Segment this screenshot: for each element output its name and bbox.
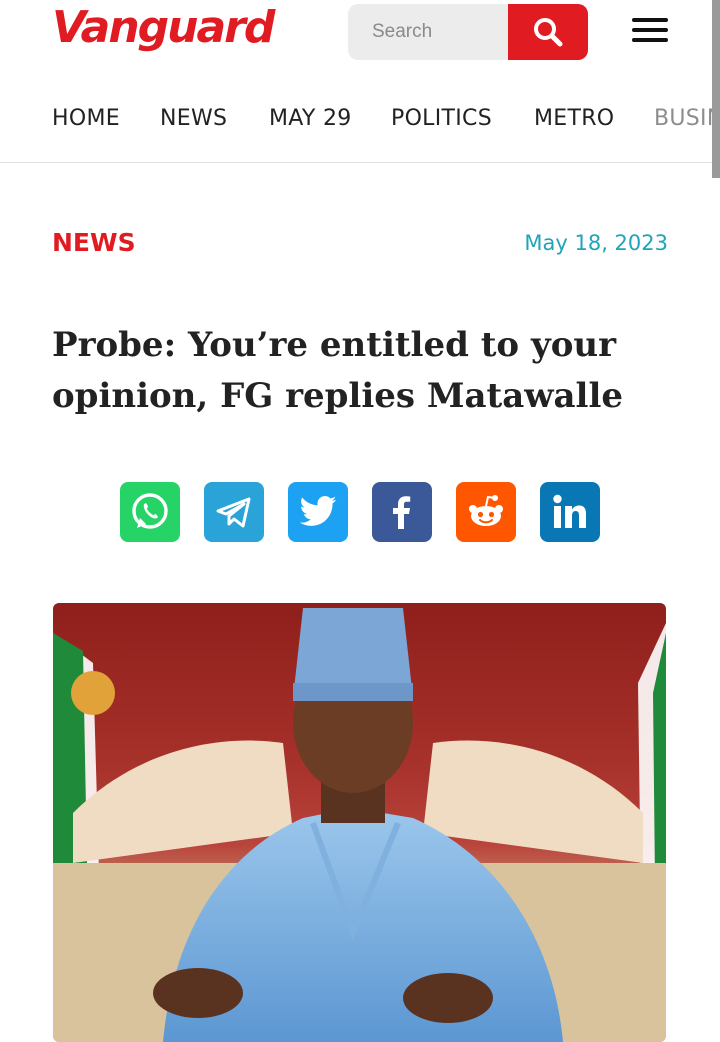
nav-item-home[interactable]: HOME bbox=[52, 106, 120, 131]
facebook-share-button[interactable] bbox=[372, 482, 432, 542]
search-input[interactable] bbox=[348, 4, 532, 60]
search-bar bbox=[348, 4, 588, 60]
nav-item-news[interactable]: NEWS bbox=[160, 106, 227, 131]
linkedin-icon bbox=[553, 494, 586, 528]
reddit-icon bbox=[469, 495, 503, 526]
facebook-icon bbox=[393, 496, 411, 529]
twitter-share-button[interactable] bbox=[288, 482, 348, 542]
nav-item-politics[interactable]: POLITICS bbox=[391, 106, 492, 131]
site-header: Vanguard bbox=[0, 0, 720, 72]
scrollbar[interactable] bbox=[712, 0, 720, 178]
telegram-icon bbox=[216, 497, 251, 528]
main-nav: HOME NEWS MAY 29 POLITICS METRO BUSIN bbox=[0, 98, 720, 163]
search-icon bbox=[534, 18, 563, 47]
article-headline: Probe: You’re entitled to your opinion, … bbox=[52, 325, 624, 416]
nav-item-metro[interactable]: METRO bbox=[534, 106, 614, 131]
reddit-share-button[interactable] bbox=[456, 482, 516, 542]
nav-item-business[interactable]: BUSIN bbox=[654, 106, 720, 131]
article-date: May 18, 2023 bbox=[524, 231, 668, 255]
linkedin-share-button[interactable] bbox=[540, 482, 600, 542]
nav-item-may-29[interactable]: MAY 29 bbox=[269, 106, 352, 131]
telegram-share-button[interactable] bbox=[204, 482, 264, 542]
hamburger-menu-icon[interactable] bbox=[632, 18, 668, 46]
article-hero-image bbox=[53, 603, 666, 1042]
article-category[interactable]: NEWS bbox=[52, 228, 136, 257]
search-button[interactable] bbox=[508, 4, 588, 60]
hero-photo bbox=[53, 608, 666, 1042]
vanguard-logo[interactable]: Vanguard bbox=[52, 2, 275, 53]
twitter-icon bbox=[299, 496, 337, 526]
whatsapp-icon bbox=[132, 493, 168, 529]
whatsapp-share-button[interactable] bbox=[120, 482, 180, 542]
